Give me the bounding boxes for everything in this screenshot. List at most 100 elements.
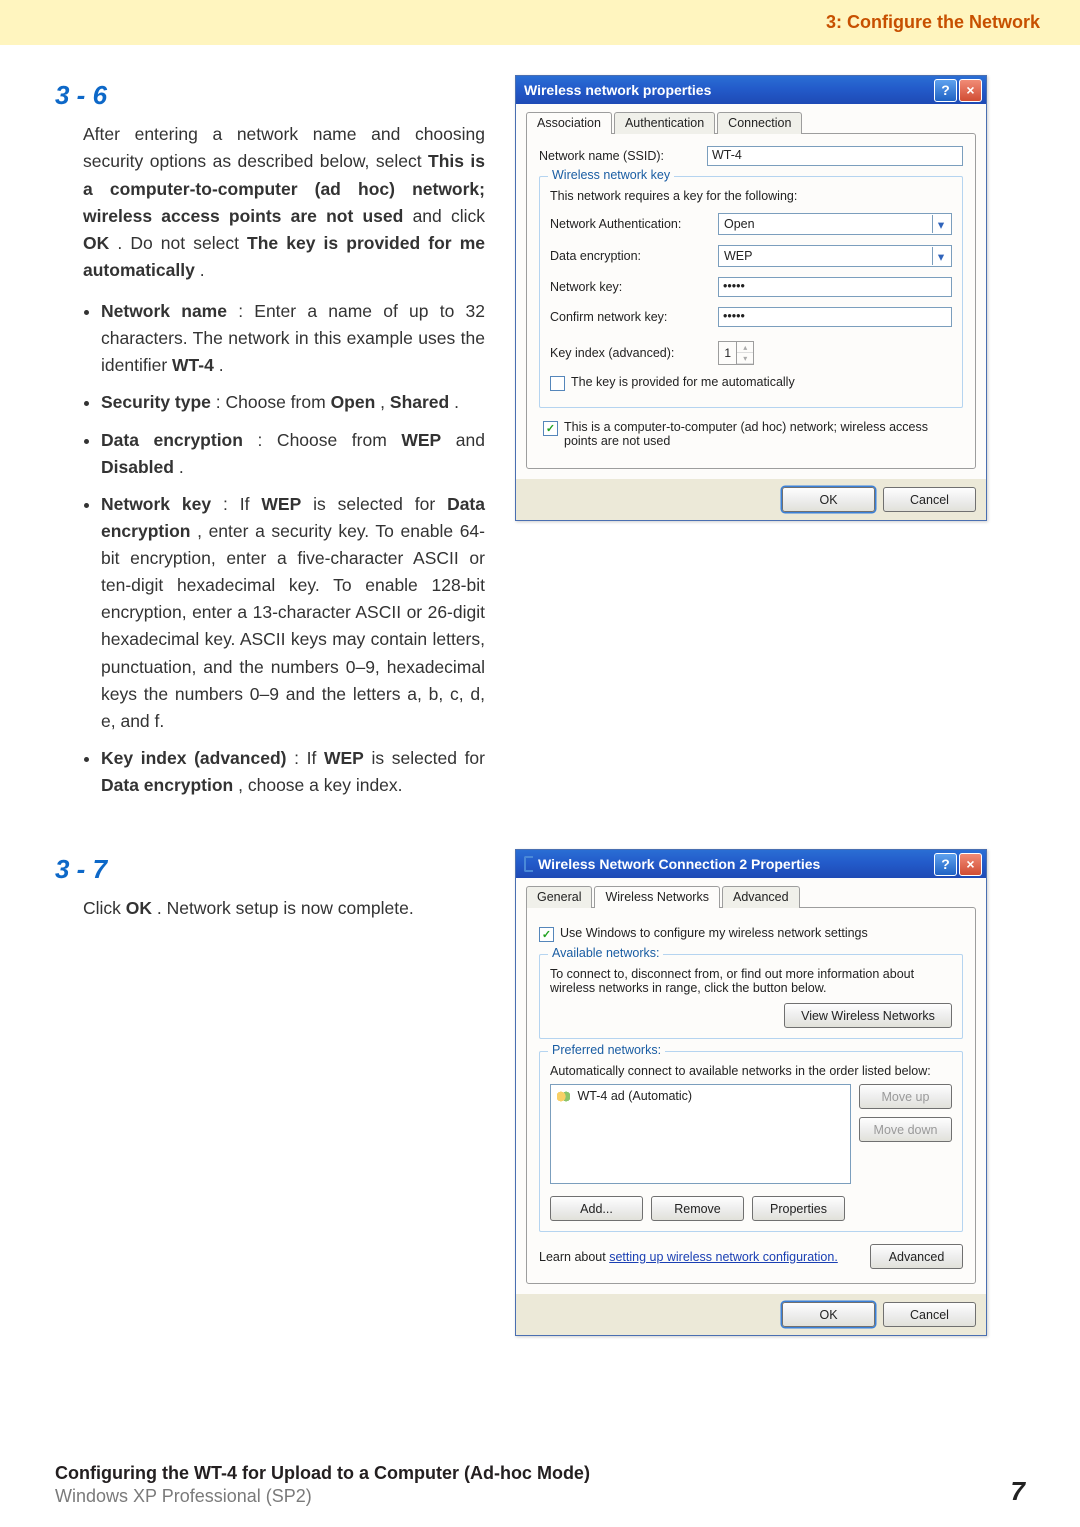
bullet-data-encryption: Data encryption : Choose from WEP and Di… [101, 427, 485, 481]
fieldset-legend: Available networks: [548, 946, 663, 960]
checkbox-adhoc[interactable]: ✓ This is a computer-to-computer (ad hoc… [543, 420, 959, 448]
txt: Network key [101, 494, 211, 514]
header-band: 3: Configure the Network [0, 0, 1080, 45]
txt: WEP [261, 494, 301, 514]
remove-button[interactable]: Remove [651, 1196, 744, 1221]
txt: Security type [101, 392, 211, 412]
ok-button[interactable]: OK [782, 1302, 875, 1327]
txt: Data encryption [101, 430, 243, 450]
heading-3-6: 3 - 6 [55, 75, 485, 115]
txt: Data encryption [101, 775, 233, 795]
input-confirm-key[interactable]: ••••• [718, 307, 952, 327]
add-button[interactable]: Add... [550, 1196, 643, 1221]
chevron-down-icon: ▾ [932, 247, 949, 265]
fieldset-key: Wireless network key This network requir… [539, 176, 963, 408]
fieldset-legend: Preferred networks: [548, 1043, 665, 1057]
select-auth[interactable]: Open ▾ [718, 213, 952, 235]
dialog-title-bar[interactable]: Wireless Network Connection 2 Properties… [516, 850, 986, 878]
txt: : Choose from [216, 392, 331, 412]
checkbox-label: This is a computer-to-computer (ad hoc) … [564, 420, 959, 448]
label-ssid: Network name (SSID): [539, 149, 699, 163]
tabs: General Wireless Networks Advanced [526, 886, 976, 908]
tabs: Association Authentication Connection [526, 112, 976, 134]
bullet-network-key: Network key : If WEP is selected for Dat… [101, 491, 485, 735]
close-icon[interactable]: × [959, 79, 982, 102]
checkbox-use-windows[interactable]: ✓ Use Windows to configure my wireless n… [539, 926, 963, 942]
footer: Configuring the WT-4 for Upload to a Com… [55, 1463, 1025, 1507]
label-network-key: Network key: [550, 280, 710, 294]
row-auth: Network Authentication: Open ▾ [550, 213, 952, 235]
txt: WT-4 [172, 355, 214, 375]
help-icon[interactable]: ? [934, 853, 957, 876]
cancel-button[interactable]: Cancel [883, 487, 976, 512]
tab-authentication[interactable]: Authentication [614, 112, 715, 134]
txt: , [380, 392, 390, 412]
txt: and [456, 430, 485, 450]
button-row: OK Cancel [516, 479, 986, 520]
heading-3-7: 3 - 7 [55, 849, 485, 889]
txt: . [219, 355, 224, 375]
fieldset-desc: This network requires a key for the foll… [550, 189, 952, 203]
select-auth-value: Open [724, 217, 755, 231]
spinner-key-index[interactable]: 1 ▴ ▾ [718, 341, 754, 365]
txt: . Do not select [117, 233, 247, 253]
cancel-button[interactable]: Cancel [883, 1302, 976, 1327]
view-wireless-button[interactable]: View Wireless Networks [784, 1003, 952, 1028]
dialog-wnc2-properties: Wireless Network Connection 2 Properties… [515, 849, 987, 1336]
tab-advanced[interactable]: Advanced [722, 886, 800, 908]
learn-row: Learn about setting up wireless network … [539, 1244, 963, 1269]
bullet-security-type: Security type : Choose from Open , Share… [101, 389, 485, 416]
bullet-key-index: Key index (advanced) : If WEP is selecte… [101, 745, 485, 799]
tab-wireless-networks[interactable]: Wireless Networks [594, 886, 720, 908]
dialog-title-bar[interactable]: Wireless network properties ? × [516, 76, 986, 104]
txt: OK [83, 233, 109, 253]
ok-button[interactable]: OK [782, 487, 875, 512]
txt: . Network setup is now complete. [157, 898, 414, 918]
txt: OK [126, 898, 152, 918]
preferred-listbox[interactable]: WT-4 ad (Automatic) [550, 1084, 851, 1184]
close-icon[interactable]: × [959, 853, 982, 876]
chevron-up-icon[interactable]: ▴ [737, 342, 753, 353]
advanced-button[interactable]: Advanced [870, 1244, 963, 1269]
label-encryption: Data encryption: [550, 249, 710, 263]
properties-button[interactable]: Properties [752, 1196, 845, 1221]
txt: : If [223, 494, 261, 514]
left-column-3-6: 3 - 6 After entering a network name and … [55, 75, 485, 809]
select-encryption[interactable]: WEP ▾ [718, 245, 952, 267]
txt: Disabled [101, 457, 174, 477]
dialog-title: Wireless network properties [524, 82, 932, 98]
label-confirm-key: Confirm network key: [550, 310, 710, 324]
dialog-body: General Wireless Networks Advanced ✓ Use… [516, 878, 986, 1294]
page-number: 7 [1011, 1476, 1025, 1507]
preferred-desc: Automatically connect to available netwo… [550, 1064, 952, 1078]
txt: is selected for [313, 494, 447, 514]
move-up-button[interactable]: Move up [859, 1084, 952, 1109]
wireless-icon [524, 856, 533, 872]
chevron-down-icon: ▾ [932, 215, 949, 233]
input-ssid[interactable]: WT-4 [707, 146, 963, 166]
tab-pane: ✓ Use Windows to configure my wireless n… [526, 907, 976, 1284]
txt: . [179, 457, 184, 477]
move-down-button[interactable]: Move down [859, 1117, 952, 1142]
footer-title: Configuring the WT-4 for Upload to a Com… [55, 1463, 590, 1484]
paragraph-3-7: Click OK . Network setup is now complete… [55, 895, 485, 922]
txt: Open [331, 392, 376, 412]
tab-connection[interactable]: Connection [717, 112, 802, 134]
checkbox-label: The key is provided for me automatically [571, 375, 795, 389]
tab-general[interactable]: General [526, 886, 592, 908]
fieldset-preferred: Preferred networks: Automatically connec… [539, 1051, 963, 1232]
tab-association[interactable]: Association [526, 112, 612, 134]
checkbox-key-auto[interactable]: The key is provided for me automatically [550, 375, 952, 391]
txt: . [200, 260, 205, 280]
preferred-item: WT-4 ad (Automatic) [577, 1089, 692, 1103]
input-network-key[interactable]: ••••• [718, 277, 952, 297]
help-icon[interactable]: ? [934, 79, 957, 102]
checkbox-icon: ✓ [543, 421, 558, 436]
bullet-list: Network name : Enter a name of up to 32 … [55, 298, 485, 799]
spinner-buttons: ▴ ▾ [737, 342, 753, 364]
chevron-down-icon[interactable]: ▾ [737, 353, 753, 364]
txt: Network name [101, 301, 227, 321]
txt: . [454, 392, 459, 412]
learn-link[interactable]: setting up wireless network configuratio… [609, 1250, 838, 1264]
txt: WEP [324, 748, 364, 768]
